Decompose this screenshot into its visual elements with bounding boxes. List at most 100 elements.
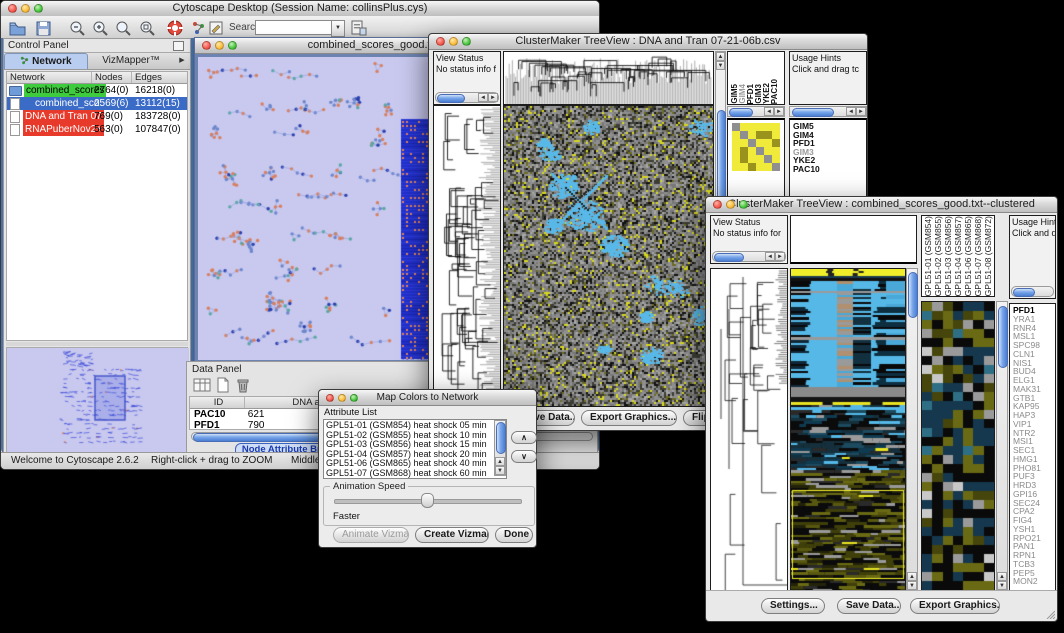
matrix-cell[interactable]	[732, 163, 740, 171]
float-panel-icon[interactable]	[173, 41, 184, 51]
treeview2-titlebar[interactable]: ClusterMaker TreeView : combined_scores_…	[706, 197, 1057, 213]
attribute-item[interactable]: GPL51-07 (GSM868) heat shock 60 min	[324, 469, 506, 479]
dialog-action-button[interactable]: Animate Vizmap	[333, 527, 409, 543]
close-button[interactable]	[8, 4, 17, 13]
zoom-out-icon[interactable]	[68, 19, 87, 37]
delete-attribute-icon[interactable]	[235, 377, 251, 393]
scroll-thumb[interactable]	[717, 110, 726, 202]
attribute-list-vscroll[interactable]: ▲ ▼	[494, 420, 506, 476]
tv2-vscroll[interactable]: ▲ ▼	[906, 268, 918, 591]
help-ring-icon[interactable]	[166, 19, 185, 37]
matrix-cell[interactable]	[748, 163, 756, 171]
scroll-right-arrow[interactable]: ►	[488, 93, 498, 102]
scroll-thumb[interactable]	[908, 272, 918, 318]
matrix-cell[interactable]	[732, 139, 740, 147]
tv2-status-hscroll[interactable]: ◄ ►	[712, 251, 786, 262]
dialog-titlebar[interactable]: Map Colors to Network	[319, 390, 536, 406]
zoom-button[interactable]	[462, 37, 471, 46]
tv2-zoom-vscroll[interactable]: ▲ ▼	[996, 301, 1008, 591]
tv1-usage-hscroll[interactable]: ◄ ►	[789, 106, 867, 117]
matrix-cell[interactable]	[740, 139, 748, 147]
close-button[interactable]	[202, 41, 211, 50]
tab-network[interactable]: Network	[4, 53, 88, 69]
matrix-cell[interactable]	[732, 147, 740, 155]
matrix-cell[interactable]	[764, 131, 772, 139]
scroll-up-arrow[interactable]: ▲	[495, 457, 505, 466]
matrix-cell[interactable]	[756, 139, 764, 147]
birdseye-view[interactable]	[6, 347, 188, 452]
tv1-matrix-hscroll[interactable]: ◄ ►	[727, 106, 785, 117]
matrix-cell[interactable]	[764, 123, 772, 131]
matrix-cell[interactable]	[772, 131, 780, 139]
matrix-cell[interactable]	[772, 139, 780, 147]
scroll-thumb[interactable]	[729, 108, 753, 117]
matrix-cell[interactable]	[756, 131, 764, 139]
zoom-actual-icon[interactable]	[114, 19, 133, 37]
matrix-cell[interactable]	[748, 123, 756, 131]
tab-vizmapper[interactable]: VizMapper™	[88, 53, 174, 69]
scroll-down-arrow[interactable]: ▼	[495, 466, 505, 475]
matrix-cell[interactable]	[740, 123, 748, 131]
close-button[interactable]	[436, 37, 445, 46]
tv1-status-hscroll[interactable]: ◄ ►	[435, 92, 499, 103]
minimize-button[interactable]	[726, 200, 735, 209]
resize-grip[interactable]	[1045, 609, 1055, 619]
scroll-right-arrow[interactable]: ►	[856, 107, 866, 116]
matrix-cell[interactable]	[756, 123, 764, 131]
matrix-cell[interactable]	[748, 155, 756, 163]
minimize-button[interactable]	[21, 4, 30, 13]
scroll-left-arrow[interactable]: ◄	[478, 93, 488, 102]
search-input[interactable]	[255, 20, 333, 35]
network-row[interactable]: combined_scores 2764(0) 16218(0)	[7, 84, 187, 97]
scroll-down-arrow[interactable]: ▼	[716, 61, 725, 70]
scroll-thumb[interactable]	[437, 94, 465, 103]
zoom-button[interactable]	[228, 41, 237, 50]
scroll-up-arrow[interactable]: ▲	[716, 52, 725, 61]
minimize-button[interactable]	[215, 41, 224, 50]
scroll-thumb[interactable]	[792, 108, 834, 117]
matrix-cell[interactable]	[748, 131, 756, 139]
matrix-cell[interactable]	[740, 131, 748, 139]
scroll-right-arrow[interactable]: ►	[774, 107, 784, 116]
matrix-cell[interactable]	[764, 139, 772, 147]
matrix-cell[interactable]	[740, 155, 748, 163]
main-titlebar[interactable]: Cytoscape Desktop (Session Name: collins…	[1, 1, 599, 17]
treeview-action-button[interactable]: Export Graphics...	[581, 410, 677, 426]
annotation-icon[interactable]	[208, 19, 224, 37]
matrix-cell[interactable]	[748, 139, 756, 147]
scroll-left-arrow[interactable]: ◄	[764, 107, 774, 116]
scroll-thumb[interactable]	[1013, 288, 1035, 297]
tv2-left-dendrogram[interactable]	[710, 268, 788, 591]
tv1-zoom-matrix[interactable]	[732, 123, 780, 171]
matrix-cell[interactable]	[764, 147, 772, 155]
gene-label[interactable]: MON2	[1013, 577, 1055, 586]
matrix-cell[interactable]	[772, 155, 780, 163]
network-row[interactable]: combined_sco 2569(6) 13112(15)	[7, 97, 187, 110]
matrix-cell[interactable]	[764, 163, 772, 171]
scroll-down-arrow[interactable]: ▼	[997, 581, 1007, 590]
scroll-down-arrow[interactable]: ▼	[907, 581, 917, 590]
dialog-action-button[interactable]: Done	[495, 527, 533, 543]
zoom-button[interactable]	[34, 4, 43, 13]
matrix-cell[interactable]	[756, 147, 764, 155]
move-up-button[interactable]: ∧	[511, 431, 537, 444]
matrix-cell[interactable]	[740, 163, 748, 171]
open-session-icon[interactable]	[8, 19, 27, 37]
matrix-cell[interactable]	[756, 155, 764, 163]
zoom-button[interactable]	[350, 394, 358, 402]
matrix-cell[interactable]	[772, 147, 780, 155]
zoom-selected-icon[interactable]	[138, 19, 157, 37]
panel-splitter[interactable]	[6, 342, 188, 346]
scroll-thumb[interactable]	[496, 422, 506, 454]
birdseye-canvas[interactable]	[7, 348, 189, 453]
tv2-heatmap[interactable]	[790, 268, 906, 591]
matrix-cell[interactable]	[772, 123, 780, 131]
matrix-cell[interactable]	[756, 163, 764, 171]
tv1-top-dendrogram[interactable]	[503, 51, 714, 105]
network-row[interactable]: RNAPuberNov2+ 563(0) 107847(0)	[7, 123, 187, 136]
scroll-left-arrow[interactable]: ◄	[846, 107, 856, 116]
minimize-button[interactable]	[449, 37, 458, 46]
close-button[interactable]	[326, 394, 334, 402]
scroll-thumb[interactable]	[998, 306, 1008, 368]
matrix-cell[interactable]	[732, 155, 740, 163]
